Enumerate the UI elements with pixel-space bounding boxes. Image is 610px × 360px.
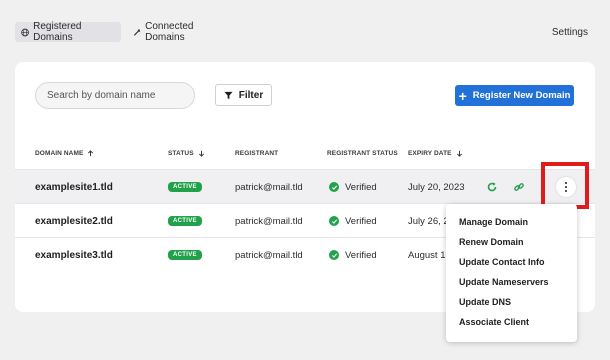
settings-link[interactable]: Settings: [552, 27, 588, 38]
expiry-date: August 1: [408, 249, 446, 261]
globe-icon: [21, 28, 29, 36]
status-cell: ACTIVE: [168, 170, 202, 204]
expiry-date: July 26, 2: [408, 215, 449, 227]
domain-name[interactable]: examplesite3.tld: [35, 238, 113, 272]
column-label: STATUS: [168, 150, 194, 157]
filter-icon: [224, 91, 233, 99]
plus-icon: +: [458, 87, 467, 104]
search-input[interactable]: Search by domain name: [35, 82, 195, 109]
registrant-status: Verified: [329, 170, 377, 204]
sort-down-icon: [198, 150, 204, 157]
status-badge: ACTIVE: [168, 216, 202, 226]
column-label: EXPIRY DATE: [408, 150, 452, 157]
column-domain-name[interactable]: DOMAIN NAME: [35, 150, 94, 157]
menu-item-update-contact-info[interactable]: Update Contact Info: [446, 252, 577, 272]
register-label: Register New Domain: [472, 90, 571, 101]
sort-up-icon: [88, 150, 94, 157]
renew-icon[interactable]: [486, 170, 498, 204]
status-cell: ACTIVE: [168, 204, 202, 238]
column-label: REGISTRANT STATUS: [327, 150, 398, 157]
tab-label: Connected Domains: [145, 21, 194, 43]
table-row[interactable]: examplesite1.tld ACTIVE patrick@mail.tld…: [15, 169, 595, 203]
search-placeholder: Search by domain name: [47, 90, 156, 101]
column-registrant-status: REGISTRANT STATUS: [327, 150, 398, 157]
menu-item-associate-client[interactable]: Associate Client: [446, 312, 577, 332]
highlight-box: [541, 162, 589, 209]
column-label: REGISTRANT: [235, 150, 279, 157]
filter-label: Filter: [238, 89, 264, 101]
status-badge: ACTIVE: [168, 182, 202, 192]
registrant-email: patrick@mail.tld: [235, 249, 303, 261]
menu-item-update-dns[interactable]: Update DNS: [446, 292, 577, 312]
column-registrant: REGISTRANT: [235, 150, 278, 157]
expiry-date: July 20, 2023: [408, 181, 465, 193]
tab-label: Registered Domains: [33, 21, 82, 43]
check-circle-icon: [329, 182, 339, 192]
top-bar: Registered Domains Connected Domains Set…: [0, 0, 610, 62]
column-expiry-date[interactable]: EXPIRY DATE: [408, 150, 463, 157]
verified-label: Verified: [345, 181, 377, 193]
column-label: DOMAIN NAME: [35, 150, 84, 157]
tab-registered-domains[interactable]: Registered Domains: [15, 21, 121, 43]
registrant-status: Verified: [329, 238, 377, 272]
tab-connected-domains[interactable]: Connected Domains: [127, 21, 233, 43]
verified-label: Verified: [345, 215, 377, 227]
filter-button[interactable]: Filter: [215, 84, 272, 106]
check-circle-icon: [329, 216, 339, 226]
verified-label: Verified: [345, 249, 377, 261]
register-new-domain-button[interactable]: + Register New Domain: [455, 85, 574, 106]
domain-name[interactable]: examplesite1.tld: [35, 170, 113, 204]
link-icon[interactable]: [513, 170, 525, 204]
actions-dropdown-menu: Manage Domain Renew Domain Update Contac…: [446, 204, 577, 342]
link-icon: [134, 28, 141, 36]
column-status[interactable]: STATUS: [168, 150, 205, 157]
check-circle-icon: [329, 250, 339, 260]
menu-item-update-nameservers[interactable]: Update Nameservers: [446, 272, 577, 292]
menu-item-manage-domain[interactable]: Manage Domain: [446, 212, 577, 232]
domain-name[interactable]: examplesite2.tld: [35, 204, 113, 238]
registrant-status: Verified: [329, 204, 377, 238]
menu-item-renew-domain[interactable]: Renew Domain: [446, 232, 577, 252]
status-cell: ACTIVE: [168, 238, 202, 272]
registrant-email: patrick@mail.tld: [235, 215, 303, 227]
sort-down-icon: [456, 150, 462, 157]
registrant-email: patrick@mail.tld: [235, 181, 303, 193]
table-header: DOMAIN NAME STATUS REGISTRANT REGISTRANT…: [15, 150, 595, 168]
status-badge: ACTIVE: [168, 250, 202, 260]
